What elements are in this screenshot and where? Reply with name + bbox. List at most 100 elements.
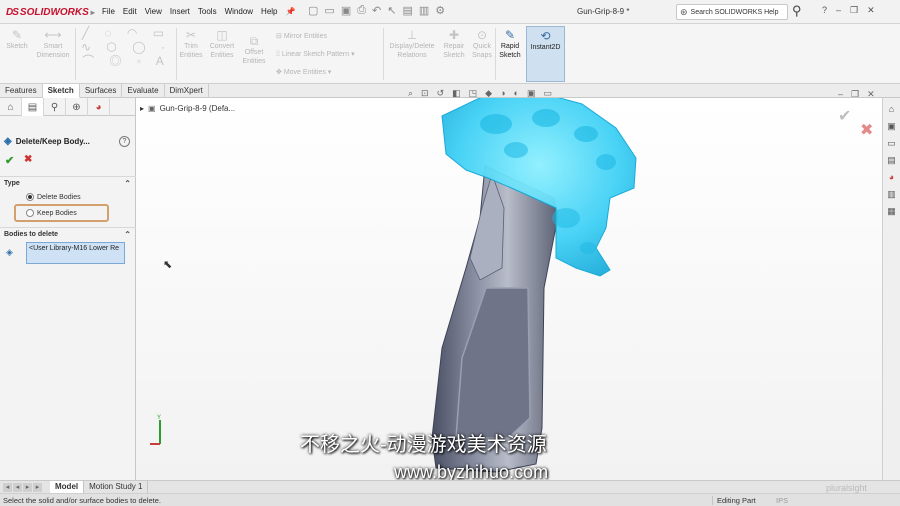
ok-button[interactable]: ✔: [5, 154, 14, 167]
undo-icon[interactable]: ↶: [372, 4, 381, 17]
command-manager: ✎ Sketch ⟷ Smart Dimension ╱ ◌ ◠ ▭ ∿ ⬡ ◯…: [0, 24, 900, 84]
options-icon[interactable]: ⚙: [435, 4, 445, 17]
hide-show-icon[interactable]: ◑: [500, 88, 505, 99]
collapse-chevron-icon[interactable]: ⌃: [124, 230, 131, 239]
first-tab-icon[interactable]: ◂: [3, 482, 12, 492]
viewport-minimize-icon[interactable]: –: [838, 89, 843, 100]
collapse-chevron-icon[interactable]: ⌃: [124, 179, 131, 188]
tab-evaluate[interactable]: Evaluate: [122, 84, 165, 98]
zoom-to-fit-icon[interactable]: ⌕: [408, 88, 413, 99]
watermark-line2: www.byzhihuo.com: [394, 462, 549, 480]
bodies-section-header[interactable]: Bodies to delete ⌃: [0, 227, 136, 241]
display-style-icon[interactable]: ◆: [485, 88, 492, 99]
status-units[interactable]: IPS: [776, 496, 788, 505]
bodies-list-item[interactable]: <User Library-M16 Lower Re: [29, 245, 119, 252]
restore-icon[interactable]: ❐: [850, 5, 858, 16]
menu-edit[interactable]: Edit: [123, 7, 137, 16]
tab-sketch[interactable]: Sketch: [42, 84, 80, 98]
spline-polygon-icons[interactable]: ∿ ⬡ ◯ ·: [78, 40, 174, 54]
tab-motion-study[interactable]: Motion Study 1: [84, 480, 149, 494]
quick-snaps-button[interactable]: ⊙ Quick Snaps: [470, 28, 494, 60]
search-icon[interactable]: ⚲: [792, 3, 802, 19]
configuration-manager-tab-icon[interactable]: ⚲: [44, 98, 66, 116]
linear-pattern-button[interactable]: ⁞⁞ Linear Sketch Pattern ▾: [276, 50, 355, 58]
select-icon[interactable]: ↖: [387, 4, 396, 17]
pin-icon[interactable]: 📌: [286, 7, 296, 16]
smart-dimension-button[interactable]: ⟷ Smart Dimension: [34, 28, 72, 60]
help-search-box[interactable]: ⊛ Search SOLIDWORKS Help: [676, 4, 788, 20]
mirror-entities-button[interactable]: ⊟ Mirror Entities: [276, 32, 327, 40]
instant2d-button[interactable]: ⟲ Instant2D: [526, 26, 565, 82]
ribbon-divider: [176, 28, 177, 80]
line-circle-arc-icons[interactable]: ╱ ◌ ◠ ▭: [78, 26, 174, 40]
move-entities-button[interactable]: ✥ Move Entities ▾: [276, 68, 331, 76]
save-icon[interactable]: ▣: [341, 4, 351, 17]
open-icon[interactable]: ▭: [324, 4, 334, 17]
tab-features[interactable]: Features: [0, 84, 43, 98]
last-tab-icon[interactable]: ▸: [33, 482, 42, 492]
offset-entities-button[interactable]: ⧉ Offset Entities: [240, 34, 268, 66]
trim-entities-button[interactable]: ✂ Trim Entities: [178, 28, 204, 60]
graphics-area[interactable]: ▸ ▣ Gun-Grip-8-9 (Defa... ✔ ✖ Y ⬉ 不移之火-动…: [136, 98, 882, 480]
file-explorer-icon[interactable]: ▭: [886, 137, 898, 149]
edit-appearance-icon[interactable]: ◐: [514, 88, 519, 99]
appearances-icon[interactable]: ◕: [886, 171, 898, 183]
apply-scene-icon[interactable]: ▣: [527, 88, 536, 99]
menu-tools[interactable]: Tools: [198, 7, 217, 16]
new-icon[interactable]: ▢: [308, 4, 318, 17]
menu-window[interactable]: Window: [225, 7, 253, 16]
repair-label-2: Sketch: [443, 52, 465, 59]
section-view-icon[interactable]: ◧: [452, 88, 461, 99]
viewport-restore-icon[interactable]: ❐: [851, 89, 859, 100]
file-properties-icon[interactable]: ▥: [419, 4, 429, 17]
status-mode: Editing Part: [712, 496, 772, 505]
type-section-header[interactable]: Type ⌃: [0, 176, 136, 190]
next-tab-icon[interactable]: ▸: [23, 482, 32, 492]
keep-bodies-radio[interactable]: Keep Bodies: [26, 209, 77, 217]
design-library-icon[interactable]: ▣: [886, 120, 898, 132]
display-manager-tab-icon[interactable]: ◕: [88, 98, 110, 116]
model-viewport[interactable]: [136, 98, 882, 480]
delete-bodies-radio[interactable]: Delete Bodies: [26, 193, 81, 201]
viewport-window-controls: – ❐ ✕: [838, 89, 875, 100]
home-icon[interactable]: ⌂: [886, 103, 898, 115]
prev-tab-icon[interactable]: ◂: [13, 482, 22, 492]
convert-entities-button[interactable]: ◫ Convert Entities: [206, 28, 238, 60]
menu-file[interactable]: File: [102, 7, 115, 16]
tab-surfaces[interactable]: Surfaces: [80, 84, 123, 98]
menu-help[interactable]: Help: [261, 7, 277, 16]
feature-manager-tab-icon[interactable]: ⌂: [0, 98, 22, 116]
rebuild-icon[interactable]: ▤: [402, 4, 412, 17]
help-button[interactable]: ?: [119, 136, 130, 147]
display-delete-relations-button[interactable]: ⊥ Display/Delete Relations: [386, 28, 438, 60]
grip-body[interactable]: [431, 165, 559, 473]
rapid-sketch-button[interactable]: ✎ Rapid Sketch: [497, 28, 523, 60]
solidworks-logo[interactable]: DS SOLIDWORKS ▸: [6, 5, 95, 19]
sketch-button[interactable]: ✎ Sketch: [4, 28, 30, 51]
viewport-close-icon[interactable]: ✕: [867, 89, 875, 100]
custom-properties-icon[interactable]: ▥: [886, 188, 898, 200]
minimize-icon[interactable]: –: [836, 5, 841, 16]
property-manager-tab-icon[interactable]: ▤: [22, 98, 44, 116]
cancel-button[interactable]: ✖: [24, 154, 32, 165]
keep-bodies-label: Keep Bodies: [37, 209, 77, 217]
tab-model[interactable]: Model: [50, 480, 85, 494]
menu-view[interactable]: View: [145, 7, 162, 16]
forum-icon[interactable]: ▦: [886, 205, 898, 217]
zoom-area-icon[interactable]: ⊡: [421, 88, 429, 99]
close-icon[interactable]: ✕: [867, 5, 875, 16]
repair-sketch-button[interactable]: ✚ Repair Sketch: [440, 28, 468, 60]
point-text-icons[interactable]: ⌒ ◎ ◦ A: [78, 54, 174, 68]
view-orientation-icon[interactable]: ◳: [469, 88, 478, 99]
menu-insert[interactable]: Insert: [170, 7, 190, 16]
view-settings-icon[interactable]: ▭: [543, 88, 552, 99]
view-palette-icon[interactable]: ▤: [886, 154, 898, 166]
logo-expand-icon[interactable]: ▸: [91, 8, 95, 17]
previous-view-icon[interactable]: ↺: [437, 88, 445, 99]
tab-dimxpert[interactable]: DimXpert: [165, 84, 209, 98]
help-icon[interactable]: ?: [822, 5, 827, 16]
bodies-selection-list[interactable]: <User Library-M16 Lower Re: [26, 242, 125, 264]
display-delete-label-2: Relations: [397, 52, 427, 59]
print-icon[interactable]: ⎙: [357, 4, 366, 17]
dimxpert-manager-tab-icon[interactable]: ⊕: [66, 98, 88, 116]
